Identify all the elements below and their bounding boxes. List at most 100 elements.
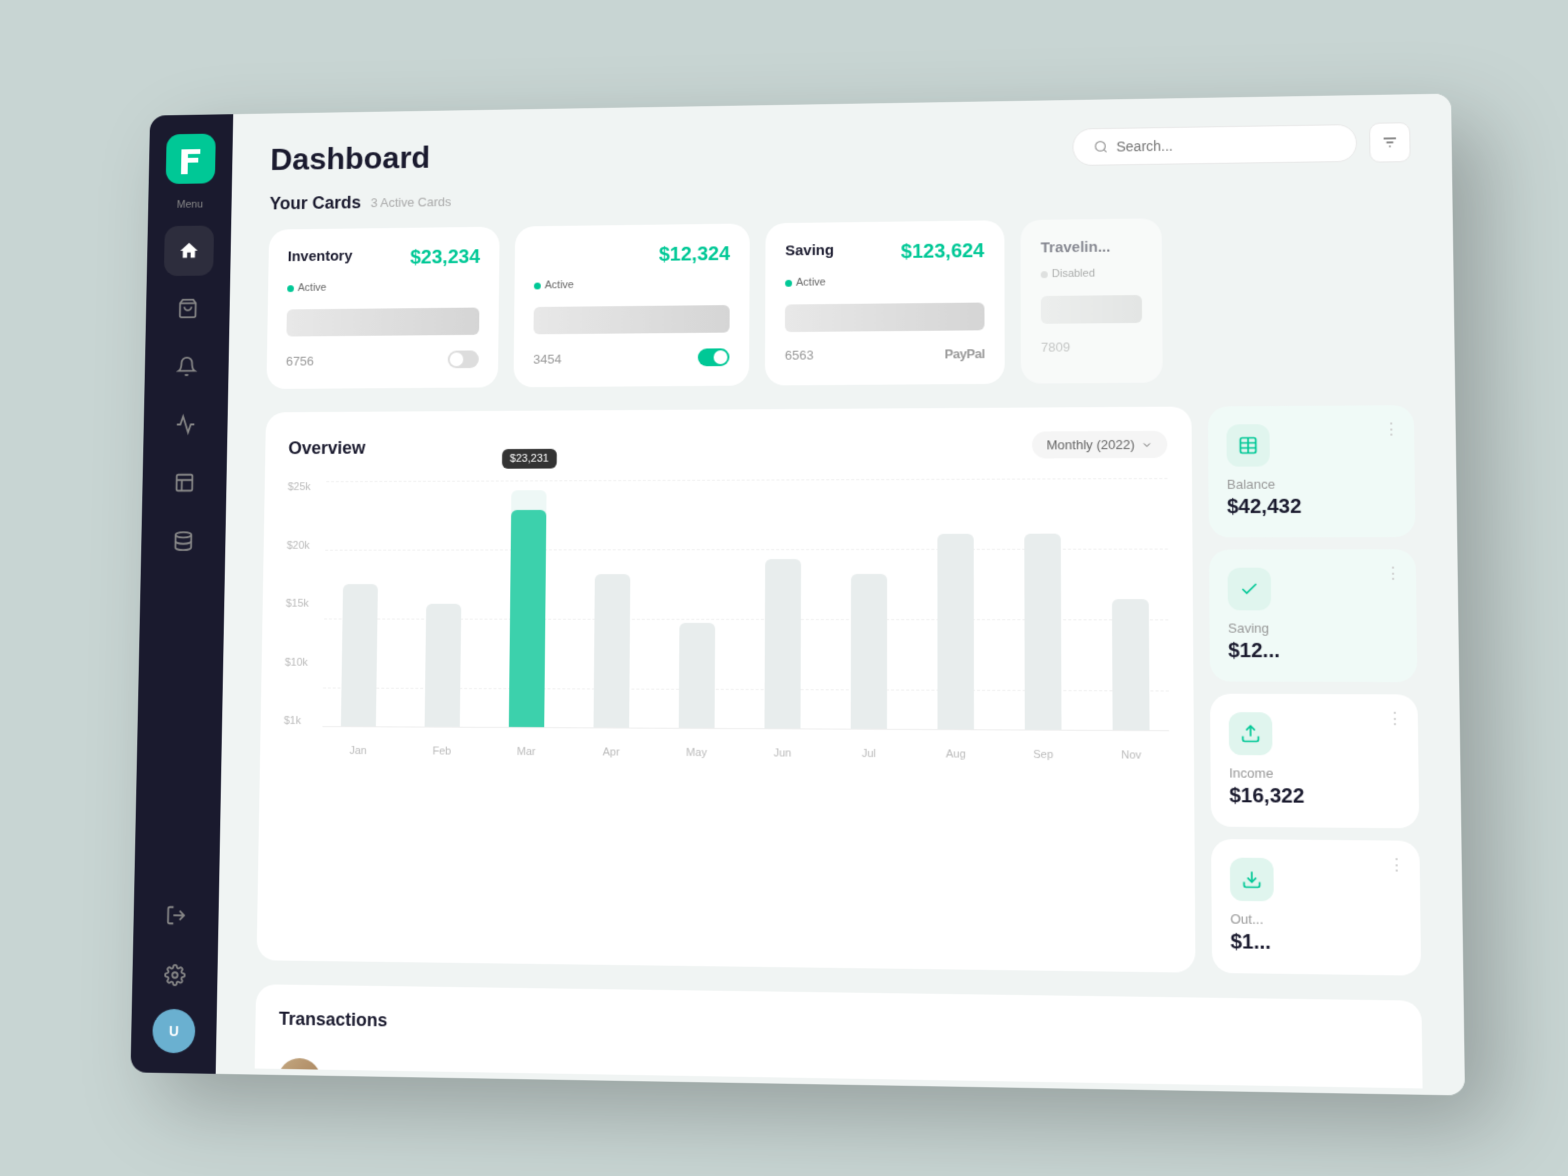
transactions-title: Transactions <box>279 1009 1397 1048</box>
stat-income: ⋮ Income $16,322 <box>1210 694 1419 829</box>
sidebar-item-cart[interactable] <box>163 283 213 334</box>
transaction-name: Alex Telles <box>332 1073 450 1089</box>
bar-jan <box>322 481 397 726</box>
card-strip <box>533 305 729 334</box>
card-toggle[interactable] <box>448 350 479 368</box>
status-dot <box>534 282 541 289</box>
status-label: Active <box>796 277 826 289</box>
period-selector[interactable]: Monthly (2022) <box>1032 431 1167 459</box>
y-label: $10k <box>285 656 308 668</box>
sidebar-item-storage[interactable] <box>158 516 209 567</box>
bar-apr <box>575 480 650 728</box>
card-number: 3454 <box>533 351 561 366</box>
status-label: Disabled <box>1052 268 1095 280</box>
card-number: 6563 <box>785 348 814 363</box>
income-icon <box>1229 712 1273 755</box>
stat-label: Balance <box>1227 476 1396 492</box>
stat-value: $42,432 <box>1227 495 1397 519</box>
bar-jul <box>832 479 907 729</box>
transaction-avatar: AT <box>277 1058 321 1089</box>
chart-bars: $23,231 <box>322 478 1169 731</box>
x-label: May <box>660 747 734 759</box>
stat-saving: ⋮ Saving $12... <box>1209 549 1417 682</box>
x-label: Jan <box>322 745 394 757</box>
x-label: Mar <box>490 746 563 758</box>
bar-nov <box>1092 478 1169 730</box>
transaction-date: 5/16/2022 <box>1080 1086 1184 1089</box>
saving-icon <box>1228 568 1272 611</box>
period-label: Monthly (2022) <box>1047 437 1135 452</box>
card-strip <box>785 303 985 333</box>
sidebar-item-analytics[interactable] <box>160 399 210 450</box>
search-icon <box>1094 139 1109 155</box>
x-label: Jul <box>832 748 907 761</box>
sidebar-item-settings[interactable] <box>149 949 200 1002</box>
transactions-card: Transactions AT Alex Telles Monthly Sala… <box>252 984 1424 1089</box>
main-content: Dashboard <box>216 94 1465 1096</box>
bar-sep <box>1005 478 1081 729</box>
cards-row: Inventory $23,234 Active 6756 <box>266 215 1413 389</box>
header-actions <box>1072 122 1410 167</box>
sidebar-item-home[interactable] <box>164 226 214 277</box>
stat-more-icon[interactable]: ⋮ <box>1388 855 1405 876</box>
card-name: Saving <box>785 242 834 259</box>
transaction-time: 6:14:21 PM <box>1196 1088 1301 1089</box>
stat-value: $16,322 <box>1229 785 1400 810</box>
transaction-row: AT Alex Telles Monthly Salary 5/16/2022 … <box>277 1046 1398 1089</box>
cards-subtitle: 3 Active Cards <box>370 194 451 210</box>
x-label: Apr <box>574 746 647 758</box>
search-input[interactable] <box>1116 135 1335 154</box>
card-inventory: Inventory $23,234 Active 6756 <box>266 227 499 389</box>
bar <box>341 584 378 727</box>
y-label: $20k <box>287 539 310 551</box>
stat-more-icon[interactable]: ⋮ <box>1383 419 1400 439</box>
stat-more-icon[interactable]: ⋮ <box>1386 709 1403 730</box>
search-bar[interactable] <box>1072 124 1357 166</box>
stat-label: Saving <box>1228 620 1398 636</box>
stat-more-icon[interactable]: ⋮ <box>1385 564 1402 584</box>
bar <box>764 559 801 729</box>
bar <box>1024 533 1061 729</box>
y-label: $1k <box>284 715 307 727</box>
x-label: Feb <box>406 745 479 757</box>
overview-card: Overview Monthly (2022) <box>257 407 1196 973</box>
card-toggle[interactable] <box>698 348 730 366</box>
bar <box>679 623 715 728</box>
x-label: Sep <box>1006 749 1082 762</box>
chart-area: $25k $20k $15k $10k $1k <box>283 478 1169 762</box>
transaction-desc: Monthly Salary <box>462 1076 1068 1090</box>
sidebar-item-notifications[interactable] <box>162 341 212 392</box>
chart-tooltip: $23,231 <box>502 449 557 469</box>
status-label: Active <box>545 279 574 291</box>
user-avatar[interactable]: U <box>152 1009 195 1054</box>
card-strip <box>286 308 479 337</box>
overview-title: Overview <box>288 438 365 459</box>
y-label: $15k <box>286 598 309 610</box>
x-label: Nov <box>1093 749 1169 762</box>
card-amount: $123,624 <box>901 240 984 264</box>
bar <box>594 574 631 728</box>
page-title: Dashboard <box>270 139 430 177</box>
card-name: Inventory <box>288 248 353 265</box>
stat-label: Income <box>1229 765 1400 781</box>
bar <box>425 603 462 726</box>
stat-label: Out... <box>1230 911 1401 928</box>
bar <box>851 574 887 729</box>
bar-may <box>660 480 735 728</box>
card-unnamed: $12,324 Active 3454 <box>513 223 749 387</box>
sidebar-item-logout[interactable] <box>151 889 202 941</box>
card-name: Travelin... <box>1041 239 1111 257</box>
filter-button[interactable] <box>1369 122 1411 162</box>
app-logo <box>166 134 216 184</box>
stats-sidebar: ⋮ Balance $42,432 ⋮ <box>1208 405 1421 976</box>
stat-outgoing: ⋮ Out... $1... <box>1211 839 1421 976</box>
chevron-down-icon <box>1141 438 1153 450</box>
card-number: 7809 <box>1041 339 1070 354</box>
overview-section: Overview Monthly (2022) <box>257 405 1422 976</box>
sidebar-item-reports[interactable] <box>159 457 210 508</box>
bar-mar: $23,231 <box>490 480 565 727</box>
content-area: Your Cards 3 Active Cards Inventory $23,… <box>216 177 1465 1089</box>
bar-jun <box>745 479 820 728</box>
card-traveling: Travelin... Disabled 7809 <box>1020 218 1162 383</box>
stat-value: $1... <box>1230 931 1402 957</box>
